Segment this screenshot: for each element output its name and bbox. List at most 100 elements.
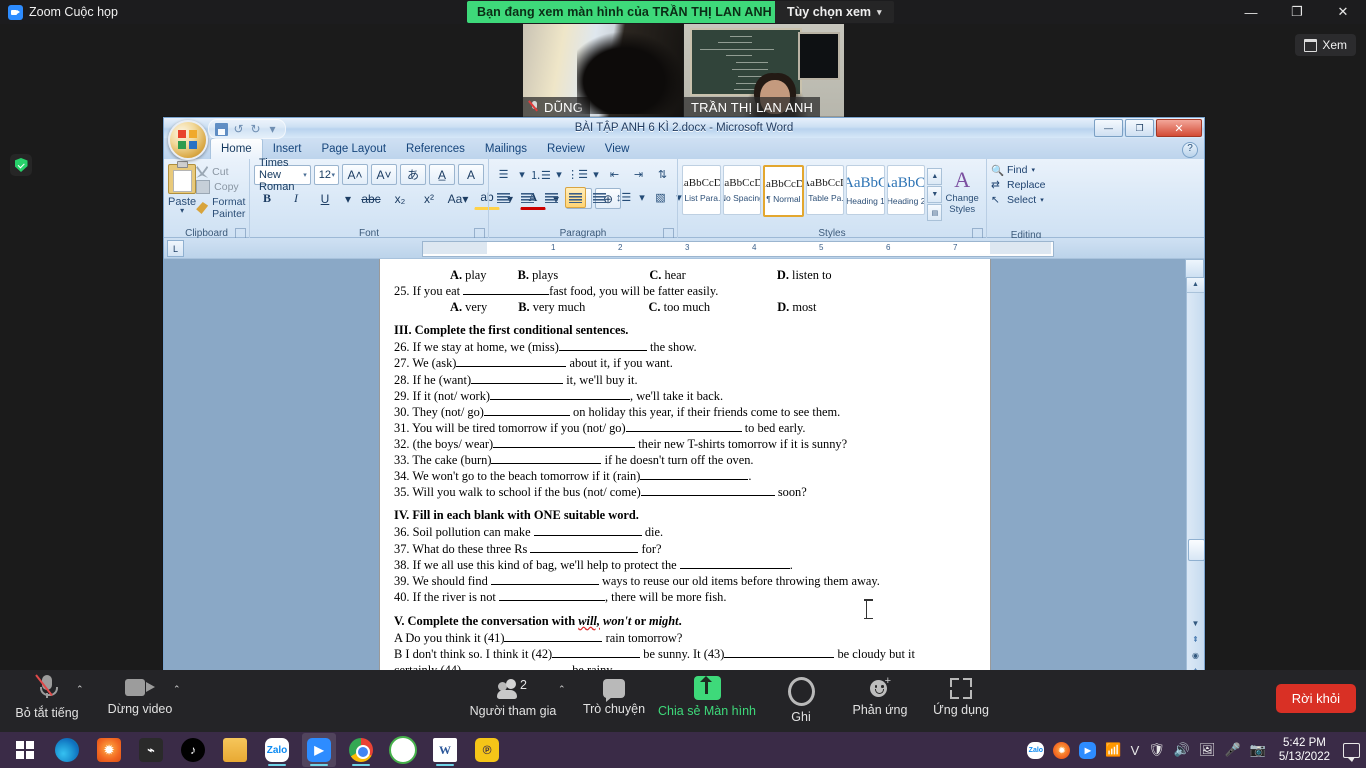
wifi-icon[interactable]: 📶 — [1105, 742, 1121, 758]
close-button[interactable]: ✕ — [1320, 0, 1366, 24]
camera-tray-icon[interactable]: 📷 — [1250, 742, 1266, 758]
minimize-button[interactable]: — — [1228, 0, 1274, 24]
zalo-tray-icon[interactable]: Zalo — [1027, 741, 1045, 759]
chat-button[interactable]: Trò chuyện — [577, 674, 651, 716]
scroll-down-button[interactable]: ▼ — [1187, 615, 1204, 631]
maximize-button[interactable]: ❐ — [1274, 0, 1320, 24]
tab-stop-selector[interactable]: L — [167, 240, 184, 257]
tab-page-layout[interactable]: Page Layout — [311, 139, 396, 159]
video-tile[interactable]: TRẦN THỊ LAN ANH — [684, 24, 844, 118]
word-minimize-button[interactable]: — — [1094, 119, 1123, 137]
style-item-heading2[interactable]: AaBbCc Heading 2 — [886, 165, 926, 215]
notification-center-icon[interactable] — [1343, 742, 1360, 762]
taskbar-zalo[interactable]: Zalo — [260, 733, 294, 767]
mute-button[interactable]: Bỏ tắt tiếng — [10, 674, 84, 720]
tab-review[interactable]: Review — [537, 139, 595, 159]
record-button[interactable]: Ghi — [764, 674, 838, 724]
redo-icon[interactable]: ↻ — [249, 122, 262, 136]
align-center-button[interactable] — [517, 187, 538, 208]
taskbar-game[interactable]: ✹ — [92, 733, 126, 767]
font-name-combobox[interactable]: Times New Roman ▾ — [254, 157, 311, 193]
style-item[interactable]: AaBbCcDc No Spacing — [722, 165, 762, 215]
reactions-button[interactable]: + Phản ứng — [843, 674, 917, 718]
vertical-scrollbar[interactable]: ▲ ▼ ⇞ ◉ ⇟ — [1185, 259, 1204, 679]
style-scroll-up-button[interactable]: ▲ — [927, 168, 943, 185]
bold-button[interactable]: B — [254, 188, 280, 209]
taskbar-clock[interactable]: 5:42 PM 5/13/2022 — [1275, 736, 1334, 764]
video-options-chevron-icon[interactable]: ⌃ — [173, 684, 181, 695]
multilevel-dropdown[interactable]: ▾ — [591, 164, 601, 185]
style-item[interactable]: AaBbCcDc ¶ List Para... — [682, 165, 721, 215]
screen-share-icon[interactable]: 🖼 — [1199, 742, 1216, 758]
find-button[interactable]: 🔍 Find ▾ — [991, 164, 1061, 177]
italic-button[interactable]: I — [283, 188, 309, 209]
shrink-font-button[interactable]: A˅ — [371, 164, 397, 185]
align-left-button[interactable] — [493, 187, 514, 208]
character-border-button[interactable]: A̲ — [429, 164, 455, 185]
share-screen-button[interactable]: Chia sẻ Màn hình — [658, 674, 756, 718]
shield-warning-icon[interactable]: 🛡 — [1148, 742, 1165, 758]
browse-object-button[interactable]: ◉ — [1187, 647, 1204, 663]
tab-view[interactable]: View — [595, 139, 640, 159]
game-tray-icon[interactable]: ✹ — [1053, 741, 1071, 759]
tab-mailings[interactable]: Mailings — [475, 139, 537, 159]
select-browse-object-button[interactable] — [1185, 259, 1204, 278]
increase-indent-button[interactable]: ⇥ — [628, 164, 649, 185]
taskbar-file-explorer[interactable] — [218, 733, 252, 767]
scroll-up-button[interactable]: ▲ — [1187, 276, 1204, 293]
numbering-dropdown[interactable]: ▾ — [554, 164, 564, 185]
line-spacing-dropdown[interactable]: ▾ — [637, 187, 647, 208]
bullets-button[interactable]: ☰ — [493, 164, 514, 185]
strikethrough-button[interactable]: abc — [358, 188, 384, 209]
leave-meeting-button[interactable]: Rời khỏi — [1275, 684, 1356, 713]
taskbar-word[interactable]: W — [428, 733, 462, 767]
customize-qat-icon[interactable]: ▾ — [266, 122, 279, 136]
taskbar-tiktok[interactable]: ♪ — [176, 733, 210, 767]
save-icon[interactable] — [215, 122, 228, 136]
style-item-normal[interactable]: AaBbCcDc ¶ Normal — [763, 165, 804, 217]
multilevel-list-button[interactable]: ⋮☰ — [567, 164, 588, 185]
zoom-tray-icon[interactable]: ▶ — [1079, 741, 1097, 759]
video-tile[interactable]: DŨNG — [523, 24, 683, 118]
tab-references[interactable]: References — [396, 139, 475, 159]
view-options-button[interactable]: Tùy chọn xem ▾ — [775, 1, 894, 23]
v-icon[interactable]: V — [1131, 743, 1140, 758]
mic-tray-icon[interactable]: 🎤 — [1224, 742, 1240, 758]
undo-icon[interactable]: ↺ — [232, 122, 245, 136]
horizontal-ruler[interactable]: 1 2 3 4 5 6 7 — [422, 241, 1054, 257]
taskbar-yellow-app[interactable]: ℗ — [470, 733, 504, 767]
copy-button[interactable]: Copy — [196, 180, 245, 194]
help-icon[interactable]: ? — [1182, 142, 1198, 158]
audio-options-chevron-icon[interactable]: ⌃ — [76, 684, 84, 695]
underline-button[interactable]: U — [312, 188, 338, 209]
subscript-button[interactable]: x₂ — [387, 188, 413, 209]
sort-button[interactable]: ⇅ — [652, 164, 673, 185]
align-right-button[interactable] — [541, 187, 562, 208]
word-restore-button[interactable]: ❐ — [1125, 119, 1154, 137]
shading-button[interactable]: ▧ — [650, 187, 671, 208]
taskbar-green-app[interactable]: ✓ — [386, 733, 420, 767]
word-close-button[interactable]: ✕ — [1156, 119, 1202, 137]
distributed-button[interactable] — [589, 187, 610, 208]
replace-button[interactable]: ⇄ Replace — [991, 179, 1061, 191]
clear-formatting-button[interactable]: A — [458, 164, 484, 185]
bullets-dropdown[interactable]: ▾ — [517, 164, 527, 185]
select-button[interactable]: ↖ Select ▾ — [991, 194, 1061, 206]
format-painter-button[interactable]: Format Painter — [196, 196, 245, 220]
taskbar-dark-app[interactable]: ⌁ — [134, 733, 168, 767]
document-area[interactable]: A. play B. plays C. hear D. listen to 25… — [164, 259, 1204, 679]
start-button[interactable] — [8, 733, 42, 767]
decrease-indent-button[interactable]: ⇤ — [604, 164, 625, 185]
tab-home[interactable]: Home — [210, 138, 263, 159]
underline-dropdown[interactable]: ▾ — [341, 188, 355, 209]
change-styles-button[interactable]: A Change Styles — [942, 165, 982, 221]
taskbar-chrome[interactable] — [344, 733, 378, 767]
justify-button[interactable] — [565, 187, 586, 208]
line-spacing-button[interactable]: ↕☰ — [613, 187, 634, 208]
change-case-button[interactable]: Aa▾ — [445, 188, 471, 209]
style-scroll-down-button[interactable]: ▼ — [927, 186, 943, 203]
office-button[interactable] — [168, 120, 208, 160]
participants-chevron-icon[interactable]: ⌃ — [558, 684, 566, 695]
font-size-combobox[interactable]: 12 ▾ — [313, 164, 339, 185]
scrollbar-thumb[interactable] — [1188, 539, 1204, 561]
